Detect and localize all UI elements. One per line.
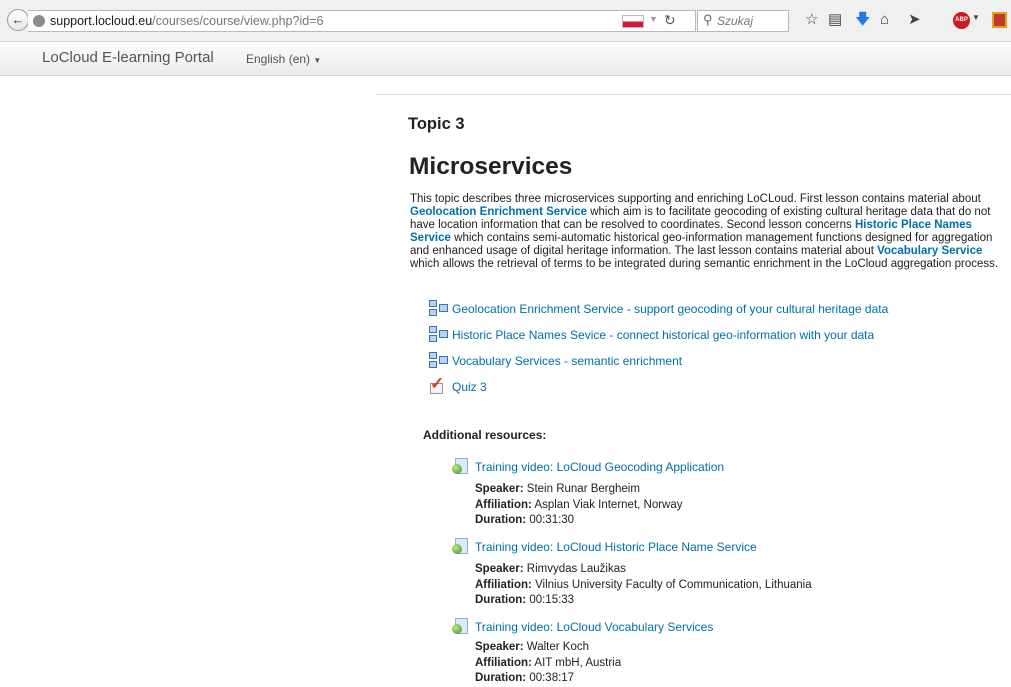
topic-summary: This topic describes three microservices… [410, 193, 1002, 270]
url-host: support.locloud.eu [50, 14, 153, 28]
quiz-link[interactable]: Quiz 3 [452, 380, 487, 394]
reading-list-icon[interactable]: ▤ [828, 12, 842, 28]
video-resource-icon [452, 458, 468, 474]
bookmark-star-icon[interactable]: ☆ [805, 12, 818, 28]
caret-down-icon: ▼ [313, 56, 322, 65]
affiliation-label: Affiliation: [475, 498, 532, 511]
activity-link[interactable]: Vocabulary Services - semantic enrichmen… [452, 354, 682, 368]
activity-link[interactable]: Historic Place Names Sevice - connect hi… [452, 328, 874, 342]
affiliation-label: Affiliation: [475, 578, 532, 591]
speaker-label: Speaker: [475, 563, 524, 575]
duration-value: 00:38:17 [529, 672, 575, 684]
speaker-value: Walter Koch [526, 641, 590, 653]
speaker-label: Speaker: [475, 641, 524, 653]
speaker-value: Rimvydas Laužikas [526, 563, 626, 575]
search-icon: ⚲ [703, 12, 713, 27]
extension-icon[interactable] [992, 12, 1007, 28]
resource-link[interactable]: Training video: LoCloud Geocoding Applic… [475, 460, 724, 474]
globe-icon [33, 15, 45, 27]
duration-label: Duration: [475, 672, 527, 684]
video-resource-icon [452, 538, 468, 554]
adblock-icon[interactable]: ABP [953, 12, 970, 29]
summary-link-vocabulary[interactable]: Vocabulary Service [877, 245, 982, 257]
speaker-label: Speaker: [475, 483, 524, 495]
topic-title: Microservices [409, 153, 573, 180]
content-divider [376, 94, 1011, 95]
affiliation-value: AIT mbH, Austria [534, 656, 622, 669]
additional-resources-label: Additional resources: [423, 428, 547, 442]
poland-flag-icon[interactable] [622, 15, 644, 28]
duration-label: Duration: [475, 594, 527, 606]
url-text: support.locloud.eu/courses/course/view.p… [50, 14, 323, 28]
reload-icon[interactable]: ↻ [664, 12, 676, 29]
duration-value: 00:15:33 [529, 594, 575, 606]
duration-value: 00:31:30 [529, 514, 575, 526]
language-label: English (en) [246, 52, 311, 66]
url-path: /courses/course/view.php?id=6 [152, 14, 324, 28]
quiz-checkmark-icon: ✓ [430, 374, 445, 394]
resource-details: Speaker: Stein Runar Bergheim Affiliatio… [475, 482, 683, 529]
site-brand[interactable]: LoCloud E-learning Portal [42, 49, 214, 66]
resource-link[interactable]: Training video: LoCloud Historic Place N… [475, 540, 757, 554]
summary-text: This topic describes three microservices… [410, 193, 981, 205]
affiliation-value: Vilnius University Faculty of Communicat… [535, 578, 812, 591]
chevron-down-icon[interactable]: ▼ [649, 14, 658, 24]
language-menu[interactable]: English (en) ▼ [246, 52, 321, 66]
home-icon[interactable]: ⌂ [880, 12, 889, 28]
summary-link-geolocation[interactable]: Geolocation Enrichment Service [410, 206, 587, 218]
chevron-down-icon[interactable]: ▼ [972, 13, 980, 22]
search-input[interactable]: ⚲ Szukaj [697, 10, 789, 32]
site-navbar: LoCloud E-learning Portal English (en) ▼ [0, 42, 1011, 76]
book-icon [429, 352, 448, 368]
url-bar[interactable]: support.locloud.eu/courses/course/view.p… [28, 10, 696, 32]
download-arrow-icon[interactable]: 🡇 [855, 12, 870, 28]
duration-label: Duration: [475, 514, 527, 526]
send-arrow-icon[interactable]: ➤ [908, 12, 921, 28]
browser-toolbar: ← support.locloud.eu/courses/course/view… [0, 0, 1011, 42]
resource-details: Speaker: Rimvydas Laužikas Affiliation: … [475, 562, 812, 609]
affiliation-value: Asplan Viak Internet, Norway [534, 498, 683, 511]
speaker-value: Stein Runar Bergheim [526, 483, 640, 495]
section-heading: Topic 3 [408, 115, 465, 133]
video-resource-icon [452, 618, 468, 634]
resource-details: Speaker: Walter Koch Affiliation: AIT mb… [475, 640, 621, 687]
resource-link[interactable]: Training video: LoCloud Vocabulary Servi… [475, 620, 713, 634]
book-icon [429, 326, 448, 342]
activity-link[interactable]: Geolocation Enrichment Service - support… [452, 302, 888, 316]
affiliation-label: Affiliation: [475, 656, 532, 669]
search-placeholder: Szukaj [717, 14, 754, 28]
book-icon [429, 300, 448, 316]
back-arrow-icon[interactable]: ← [7, 9, 29, 31]
summary-text: which allows the retrieval of terms to b… [410, 257, 999, 270]
